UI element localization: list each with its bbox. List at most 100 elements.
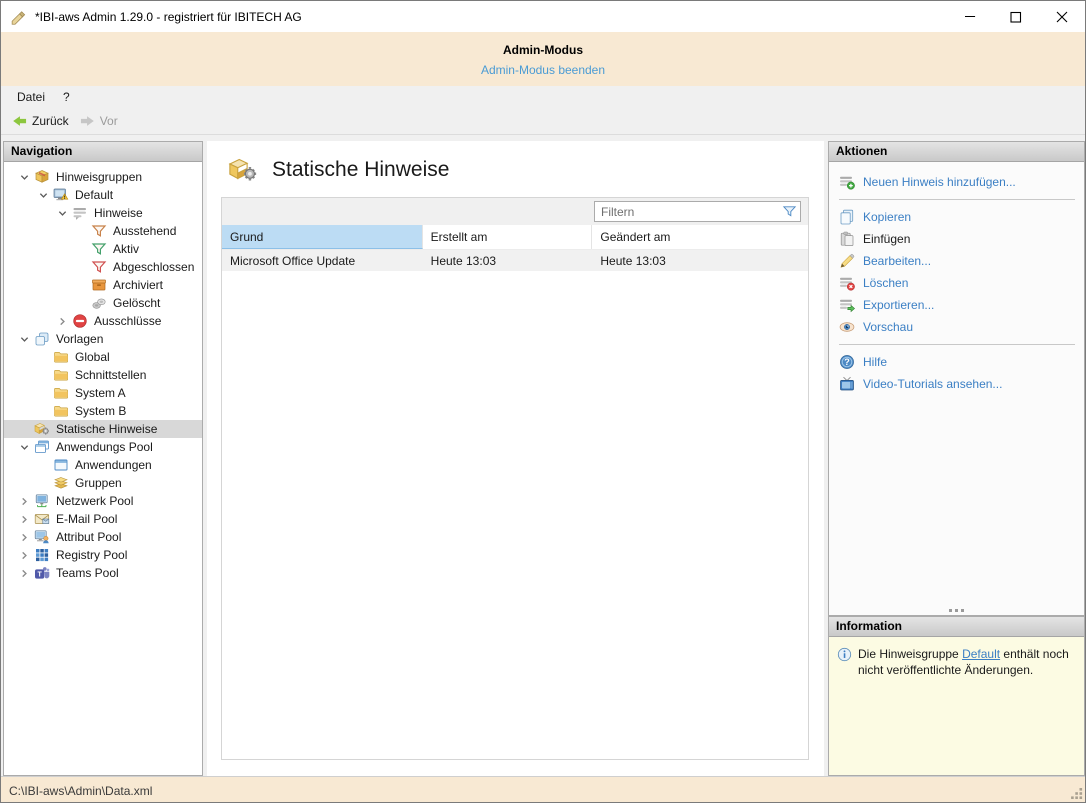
nav-item-hinweisgruppen[interactable]: Hinweisgruppen	[4, 168, 202, 186]
templates-icon	[34, 331, 52, 347]
nav-item-anwendungen[interactable]: Anwendungen	[4, 456, 202, 474]
action-paste[interactable]: Einfügen	[839, 228, 1084, 250]
chevron-right-icon[interactable]	[14, 515, 34, 524]
action-copy[interactable]: Kopieren	[839, 206, 1084, 228]
nav-item-label: Gelöscht	[113, 296, 160, 310]
nav-item-label: Global	[75, 350, 110, 364]
folder-icon	[53, 367, 71, 383]
filter-input[interactable]	[594, 201, 801, 222]
chevron-down-icon[interactable]	[14, 173, 34, 182]
actions-list: Neuen Hinweis hinzufügen... Kopieren Ein…	[829, 162, 1084, 395]
table-row[interactable]: Microsoft Office Update Heute 13:03 Heut…	[222, 250, 808, 271]
nav-item-vorlagen[interactable]: Vorlagen	[4, 330, 202, 348]
menu-datei[interactable]: Datei	[8, 87, 54, 107]
column-header-erstellt-am[interactable]: Erstellt am	[423, 225, 593, 249]
action-help[interactable]: Hilfe	[839, 351, 1084, 373]
admin-mode-exit-link[interactable]: Admin-Modus beenden	[481, 63, 605, 77]
nav-item-email-pool[interactable]: E-Mail Pool	[4, 510, 202, 528]
nav-item-ausschluesse[interactable]: Ausschlüsse	[4, 312, 202, 330]
nav-item-label: E-Mail Pool	[56, 512, 117, 526]
nav-item-attribut-pool[interactable]: Attribut Pool	[4, 528, 202, 546]
status-bar: C:\IBI-aws\Admin\Data.xml	[1, 776, 1085, 803]
action-preview[interactable]: Vorschau	[839, 316, 1084, 338]
nav-item-hinweise[interactable]: Hinweise	[4, 204, 202, 222]
action-video-tutorials[interactable]: Video-Tutorials ansehen...	[839, 373, 1084, 395]
chevron-right-icon[interactable]	[52, 317, 72, 326]
column-header-grund[interactable]: Grund	[222, 225, 423, 249]
nav-item-label: Ausstehend	[113, 224, 176, 238]
page-title: Statische Hinweise	[272, 158, 449, 182]
application-icon	[53, 457, 71, 473]
resize-grip[interactable]	[1070, 787, 1083, 800]
nav-item-netzwerk-pool[interactable]: Netzwerk Pool	[4, 492, 202, 510]
maximize-icon	[1010, 11, 1022, 23]
information-header: Information	[829, 617, 1084, 637]
cell-erstellt-am: Heute 13:03	[423, 250, 593, 271]
chevron-down-icon[interactable]	[14, 443, 34, 452]
action-delete[interactable]: Löschen	[839, 272, 1084, 294]
close-button[interactable]	[1039, 1, 1085, 32]
nav-item-system-b[interactable]: System B	[4, 402, 202, 420]
chevron-right-icon[interactable]	[14, 497, 34, 506]
nav-item-archiviert[interactable]: Archiviert	[4, 276, 202, 294]
mail-pool-icon	[34, 511, 52, 527]
nav-item-aktiv[interactable]: Aktiv	[4, 240, 202, 258]
edit-icon	[839, 253, 855, 269]
panel-splitter-handle[interactable]	[829, 609, 1084, 612]
back-button[interactable]: Zurück	[6, 112, 74, 130]
export-note-icon	[839, 297, 855, 313]
chevron-right-icon[interactable]	[14, 551, 34, 560]
separator	[839, 344, 1075, 345]
chevron-down-icon[interactable]	[52, 209, 72, 218]
nav-item-registry-pool[interactable]: Registry Pool	[4, 546, 202, 564]
archive-icon	[91, 277, 109, 293]
tv-icon	[839, 376, 855, 392]
chevron-right-icon[interactable]	[14, 569, 34, 578]
nav-item-ausstehend[interactable]: Ausstehend	[4, 222, 202, 240]
nav-item-statische-hinweise[interactable]: Statische Hinweise	[4, 420, 202, 438]
window-controls	[947, 1, 1085, 32]
status-file-path: C:\IBI-aws\Admin\Data.xml	[9, 784, 152, 798]
action-edit[interactable]: Bearbeiten...	[839, 250, 1084, 272]
registry-pool-icon	[34, 547, 52, 563]
chevron-down-icon[interactable]	[33, 191, 53, 200]
minimize-icon	[965, 11, 976, 22]
chevron-right-icon[interactable]	[14, 533, 34, 542]
nav-item-global[interactable]: Global	[4, 348, 202, 366]
nav-item-gruppen[interactable]: Gruppen	[4, 474, 202, 492]
nav-item-system-a[interactable]: System A	[4, 384, 202, 402]
static-notes-icon	[34, 421, 52, 437]
filter-funnel-icon[interactable]	[782, 204, 797, 219]
folder-icon	[53, 403, 71, 419]
nav-item-label: Vorlagen	[56, 332, 103, 346]
application-pool-icon	[34, 439, 52, 455]
column-header-geaendert-am[interactable]: Geändert am	[592, 225, 808, 249]
navigation-header: Navigation	[4, 142, 202, 162]
forward-button[interactable]: Vor	[74, 112, 123, 130]
minimize-button[interactable]	[947, 1, 993, 32]
nav-item-teams-pool[interactable]: Teams Pool	[4, 564, 202, 582]
nav-item-label: Default	[75, 188, 113, 202]
forward-arrow-icon	[79, 114, 96, 128]
nav-item-label: System A	[75, 386, 126, 400]
action-export[interactable]: Exportieren...	[839, 294, 1084, 316]
nav-item-abgeschlossen[interactable]: Abgeschlossen	[4, 258, 202, 276]
action-label: Einfügen	[863, 232, 910, 246]
menu-help[interactable]: ?	[54, 87, 79, 107]
nav-item-label: Hinweisgruppen	[56, 170, 142, 184]
nav-item-default[interactable]: Default	[4, 186, 202, 204]
nav-item-anwendungs-pool[interactable]: Anwendungs Pool	[4, 438, 202, 456]
attribute-pool-icon	[34, 529, 52, 545]
no-entry-icon	[72, 313, 90, 329]
nav-item-label: Netzwerk Pool	[56, 494, 133, 508]
app-window: *IBI-aws Admin 1.29.0 - registriert für …	[0, 0, 1086, 803]
action-add-note[interactable]: Neuen Hinweis hinzufügen...	[839, 171, 1084, 193]
nav-item-geloescht[interactable]: Gelöscht	[4, 294, 202, 312]
chevron-down-icon[interactable]	[14, 335, 34, 344]
folder-icon	[53, 349, 71, 365]
nav-item-label: Hinweise	[94, 206, 143, 220]
nav-item-schnittstellen[interactable]: Schnittstellen	[4, 366, 202, 384]
info-default-link[interactable]: Default	[962, 647, 1000, 661]
action-label: Neuen Hinweis hinzufügen...	[863, 175, 1016, 189]
maximize-button[interactable]	[993, 1, 1039, 32]
